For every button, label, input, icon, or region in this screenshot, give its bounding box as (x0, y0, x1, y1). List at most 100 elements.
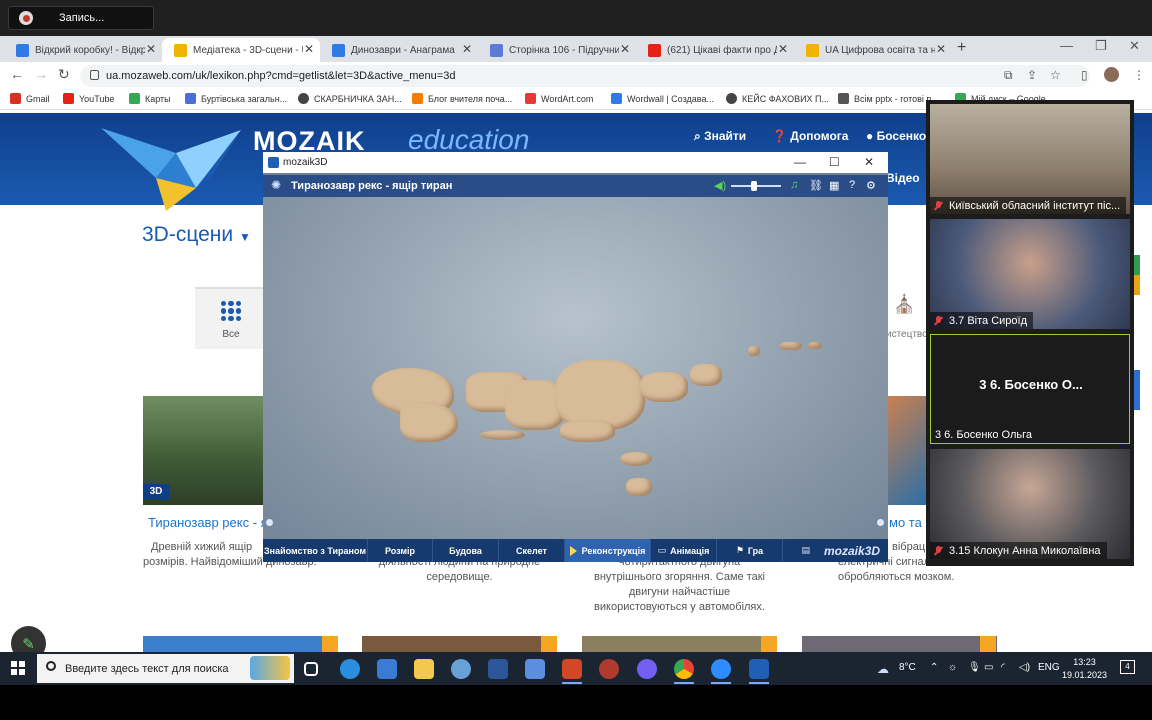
bookmark-pptx[interactable]: Всім pptx - готові п... (838, 93, 939, 104)
close-tab-icon[interactable]: ✕ (778, 42, 788, 56)
nav-game[interactable]: ⚑ Гра (717, 539, 783, 562)
grid-menu-icon[interactable]: ▦ (829, 179, 839, 192)
taskbar-clock[interactable]: 13:23 19.01.2023 (1062, 656, 1107, 682)
participant-tile-4[interactable]: 3.15 Клокун Анна Миколаївна (930, 449, 1130, 559)
close-tab-icon[interactable]: ✕ (620, 42, 630, 56)
app-red-icon[interactable] (599, 659, 619, 679)
minimize-icon[interactable]: — (1060, 38, 1073, 53)
mozaik3d-taskbar-icon[interactable] (749, 659, 769, 679)
bookmark-blog[interactable]: Блог вчителя поча... (412, 93, 512, 104)
modal-maximize-icon[interactable]: ☐ (829, 155, 840, 169)
participant-tile-3-active-speaker[interactable]: 3 6. Босенко О... 3 6. Босенко Ольга (930, 334, 1130, 444)
more-menu-icon[interactable]: ⋮ (1133, 68, 1145, 82)
tab-vidkryi-korobku[interactable]: Відкрий коробку! - Відкри ✕ (4, 38, 162, 62)
zoom-icon[interactable] (711, 659, 731, 679)
card-image-thumb[interactable] (802, 636, 997, 652)
card-image-thumb[interactable] (143, 636, 338, 652)
address-bar[interactable]: ua.mozaweb.com/uk/lexikon.php?cmd=getlis… (80, 65, 1090, 87)
music-note-icon[interactable]: ♫ (790, 179, 798, 191)
nav-size[interactable]: Розмір (368, 539, 433, 562)
translate-icon[interactable]: ⧉ (1004, 68, 1013, 83)
search-link[interactable]: ⌕ Знайти (694, 129, 746, 144)
volume-icon[interactable]: ◁) (1019, 662, 1030, 673)
nav-reconstruction[interactable]: Реконструкція (565, 539, 651, 562)
link-icon[interactable]: ⛓ (809, 179, 823, 192)
bookmark-skarbnychka[interactable]: СКАРБНИЧКА ЗАН... (298, 93, 402, 104)
forward-arrow-icon[interactable]: → (34, 66, 48, 82)
nav-skeleton[interactable]: Скелет (499, 539, 565, 562)
participant-tile-1[interactable]: Київський обласний інститут піс... (930, 104, 1130, 214)
bookmark-youtube[interactable]: YouTube (63, 93, 114, 104)
section-title-3d-scenes[interactable]: 3D-сцени ▼ (142, 223, 251, 247)
user-link[interactable]: ● Босенко (866, 129, 926, 143)
reload-icon[interactable]: ↻ (58, 66, 70, 83)
tab-cyfrova-osvita[interactable]: UA Цифрова освіта та нав ✕ (794, 38, 952, 62)
new-tab-plus-icon[interactable]: + (957, 39, 966, 57)
help-icon[interactable]: ? (849, 179, 855, 191)
video-tab[interactable]: Відео (886, 171, 920, 185)
notification-center-icon[interactable]: 4 (1120, 660, 1135, 674)
back-arrow-icon[interactable]: ← (10, 66, 24, 82)
tray-chevron-icon[interactable]: ⌃ (930, 662, 938, 673)
brightness-icon[interactable]: ✺ (271, 178, 281, 192)
document-icon[interactable]: ▤ (801, 545, 810, 556)
file-explorer-icon[interactable] (414, 659, 434, 679)
bookmark-burtivska[interactable]: Буртівська загальн... (185, 93, 287, 104)
battery-icon[interactable]: ▭ (984, 662, 993, 673)
profile-avatar[interactable] (1104, 67, 1119, 82)
app-globe-icon[interactable] (451, 659, 471, 679)
weather-cloud-icon[interactable]: ☁ (877, 662, 889, 676)
settings-gear-icon[interactable]: ⚙ (866, 179, 876, 192)
bookmark-wordart[interactable]: WordArt.com (525, 93, 593, 104)
bookmark-wordwall[interactable]: Wordwall | Создава... (611, 93, 714, 104)
close-tab-icon[interactable]: ✕ (146, 42, 156, 56)
temple-icon[interactable]: ⛪ (893, 294, 917, 318)
volume-slider-handle[interactable] (750, 181, 757, 191)
participant-tile-2[interactable]: 3.7 Віта Сироїд (930, 219, 1130, 329)
store-icon[interactable] (525, 659, 545, 679)
word-icon[interactable] (488, 659, 508, 679)
close-tab-icon[interactable]: ✕ (462, 42, 472, 56)
card-image-thumb[interactable] (582, 636, 777, 652)
bookmark-star-icon[interactable]: ☆ (1050, 68, 1061, 82)
modal-close-icon[interactable]: ✕ (864, 155, 874, 169)
chrome-icon[interactable] (674, 659, 694, 679)
mail-icon[interactable] (377, 659, 397, 679)
restore-icon[interactable]: ❐ (1095, 38, 1107, 54)
side-panel-icon[interactable]: ▯ (1081, 68, 1088, 82)
card-image-thumb[interactable] (362, 636, 557, 652)
bookmark-maps[interactable]: Карты (129, 93, 171, 104)
powerpoint-icon[interactable] (562, 659, 582, 679)
tab-dynozavry-anagrama[interactable]: Динозаври - Анаграма ✕ (320, 38, 478, 62)
microphone-icon[interactable]: 🎙 (968, 662, 981, 673)
modal-minimize-icon[interactable]: — (794, 155, 806, 169)
filter-all[interactable]: Все (195, 287, 267, 349)
bookmark-keis[interactable]: КЕЙС ФАХОВИХ П... (726, 93, 829, 104)
tab-youtube-facts[interactable]: (621) Цікаві факти про ДИ ✕ (636, 38, 794, 62)
bookmark-gmail[interactable]: Gmail (10, 93, 50, 104)
tab-storinka-106[interactable]: Сторінка 106 - Підручник ✕ (478, 38, 636, 62)
viber-icon[interactable] (637, 659, 657, 679)
lock-icon[interactable] (90, 70, 99, 80)
input-language[interactable]: ENG (1038, 662, 1060, 673)
tray-apps-icon[interactable]: ☼ (948, 662, 957, 673)
card-image-hearing[interactable] (888, 396, 926, 505)
globe-icon (726, 93, 737, 104)
windows-start-icon[interactable] (11, 661, 25, 675)
wifi-icon[interactable]: ◜ (1001, 662, 1005, 673)
weather-temperature[interactable]: 8°C (899, 662, 916, 673)
share-icon[interactable]: ⇪ (1027, 68, 1037, 82)
edge-browser-icon[interactable] (340, 659, 360, 679)
close-tab-icon[interactable]: ✕ (304, 42, 314, 56)
recording-indicator[interactable]: Запись... (8, 6, 154, 30)
filter-art-label[interactable]: истецтво (886, 329, 928, 340)
task-view-icon[interactable] (304, 662, 318, 676)
nav-intro[interactable]: Знайомство з Тираном (263, 539, 368, 562)
close-window-icon[interactable]: ✕ (1129, 38, 1140, 54)
nav-animation[interactable]: ▭ Анімація (651, 539, 717, 562)
close-tab-icon[interactable]: ✕ (936, 42, 946, 56)
help-link[interactable]: ❓ Допомога (772, 129, 848, 143)
tab-mediateka[interactable]: Медіатека - 3D-сцени - Ua ✕ (162, 38, 320, 62)
speaker-icon[interactable]: ◀) (714, 179, 726, 192)
nav-structure[interactable]: Будова (433, 539, 499, 562)
